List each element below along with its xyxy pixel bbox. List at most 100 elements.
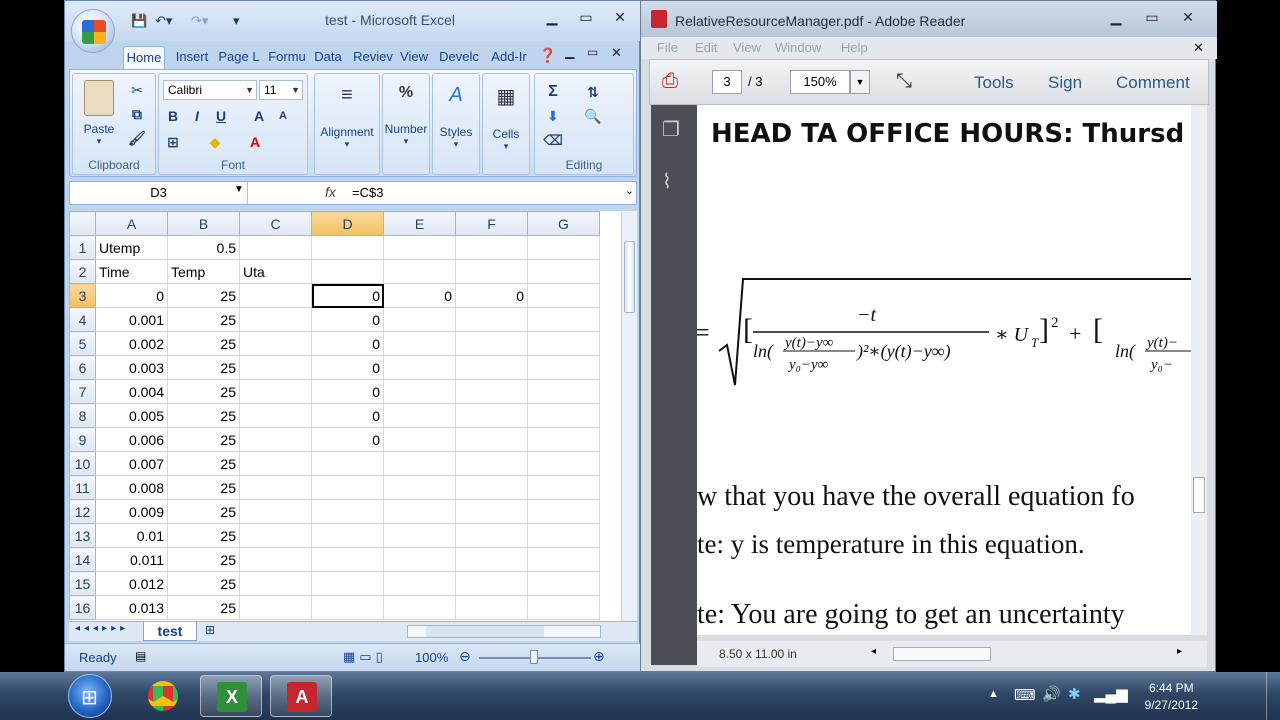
tab-data[interactable]: Data: [311, 46, 345, 69]
tab-developer[interactable]: Develc: [437, 46, 481, 69]
sign-button[interactable]: Sign: [1048, 73, 1082, 93]
row-header[interactable]: 11: [69, 475, 96, 500]
cell-e[interactable]: [383, 307, 456, 332]
horizontal-scroll-thumb[interactable]: [893, 647, 991, 661]
scroll-right-icon[interactable]: ▸: [1177, 646, 1182, 657]
cell-a[interactable]: 0.005: [95, 403, 168, 428]
cell-f[interactable]: [455, 499, 528, 524]
fit-page-icon[interactable]: ⤡: [896, 70, 912, 93]
cell-g[interactable]: [527, 403, 600, 428]
cell-g[interactable]: [527, 259, 600, 284]
cell-a[interactable]: 0.001: [95, 307, 168, 332]
tab-view[interactable]: View: [397, 46, 431, 69]
customize-quick-access-icon[interactable]: ▾: [233, 13, 240, 29]
row-header[interactable]: 8: [69, 403, 96, 428]
cell-f[interactable]: [455, 259, 528, 284]
cell-d[interactable]: [311, 523, 384, 548]
cell-e[interactable]: [383, 475, 456, 500]
cell-c[interactable]: [239, 547, 312, 572]
scroll-thumb[interactable]: [426, 626, 544, 637]
close-button[interactable]: ✕: [1171, 7, 1205, 27]
cell-f[interactable]: [455, 451, 528, 476]
zoom-out-icon[interactable]: ⊖: [459, 648, 471, 665]
macro-record-icon[interactable]: ▤: [135, 649, 146, 663]
cell-e[interactable]: [383, 259, 456, 284]
row-header[interactable]: 16: [69, 595, 96, 620]
cell-f[interactable]: [455, 331, 528, 356]
row-header[interactable]: 7: [69, 379, 96, 404]
row-header[interactable]: 1: [69, 235, 96, 260]
scroll-left-icon[interactable]: ◂: [871, 646, 876, 657]
zoom-in-icon[interactable]: ⊕: [593, 648, 605, 665]
horizontal-scrollbar[interactable]: [407, 625, 601, 638]
row-header[interactable]: 10: [69, 451, 96, 476]
cell-c[interactable]: [239, 403, 312, 428]
cell-e[interactable]: [383, 403, 456, 428]
cell-d[interactable]: 0: [311, 307, 384, 332]
minimize-button[interactable]: ▁: [535, 7, 569, 27]
attachment-icon[interactable]: ⌇: [662, 169, 672, 194]
cell-f[interactable]: [455, 307, 528, 332]
cell-b[interactable]: 0.5: [167, 235, 240, 260]
vertical-scrollbar[interactable]: [1191, 105, 1207, 635]
ribbon-close-icon[interactable]: ✕: [611, 45, 622, 61]
cell-a[interactable]: Utemp: [95, 235, 168, 260]
cut-icon[interactable]: ✂: [127, 80, 147, 100]
zoom-slider-thumb[interactable]: [530, 650, 538, 664]
cell-g[interactable]: [527, 595, 600, 620]
borders-icon[interactable]: ⊞: [163, 132, 183, 152]
row-header[interactable]: 12: [69, 499, 96, 524]
column-header[interactable]: E: [383, 211, 456, 236]
cell-d[interactable]: 0: [311, 331, 384, 356]
cell-d[interactable]: [311, 499, 384, 524]
cell-e[interactable]: [383, 523, 456, 548]
cell-e[interactable]: [383, 547, 456, 572]
start-button[interactable]: ⊞: [68, 674, 112, 718]
cell-a[interactable]: 0: [95, 283, 168, 308]
cell-e[interactable]: [383, 451, 456, 476]
cell-e[interactable]: [383, 331, 456, 356]
cell-e[interactable]: [383, 379, 456, 404]
network-device-icon[interactable]: ⌨: [1014, 686, 1036, 704]
cell-d[interactable]: [311, 451, 384, 476]
comment-button[interactable]: Comment: [1116, 73, 1190, 93]
insert-function-icon[interactable]: fx: [325, 184, 336, 200]
maximize-button[interactable]: ▭: [569, 7, 603, 27]
close-document-icon[interactable]: ✕: [1193, 40, 1204, 56]
bluetooth-icon[interactable]: ✱: [1068, 685, 1081, 703]
undo-icon[interactable]: ↶▾: [155, 13, 172, 29]
show-hidden-icons-icon[interactable]: ▲: [988, 688, 999, 700]
cell-b[interactable]: 25: [167, 475, 240, 500]
cell-g[interactable]: [527, 451, 600, 476]
save-icon[interactable]: 💾: [131, 13, 147, 29]
cell-c[interactable]: [239, 355, 312, 380]
select-all-corner[interactable]: [69, 211, 96, 236]
fill-icon[interactable]: ⬇: [543, 106, 563, 126]
menu-edit[interactable]: Edit: [695, 40, 717, 55]
cell-a[interactable]: 0.002: [95, 331, 168, 356]
cell-b[interactable]: 25: [167, 427, 240, 452]
cell-d[interactable]: [311, 547, 384, 572]
row-header[interactable]: 15: [69, 571, 96, 596]
cell-f[interactable]: [455, 403, 528, 428]
cell-g[interactable]: [527, 523, 600, 548]
cell-f[interactable]: [455, 235, 528, 260]
cell-c[interactable]: [239, 235, 312, 260]
cell-c[interactable]: [239, 523, 312, 548]
page-number-input[interactable]: 3: [712, 70, 742, 94]
cell-c[interactable]: [239, 427, 312, 452]
cell-e[interactable]: [383, 571, 456, 596]
cell-c[interactable]: [239, 331, 312, 356]
tab-formulas[interactable]: Formu: [265, 46, 309, 69]
worksheet-grid[interactable]: A B C D E F G 1 Utemp 0.5 2 Time Temp Uta 3 0 25 0…: [69, 211, 621, 621]
scroll-thumb[interactable]: [1193, 477, 1205, 513]
cell-a[interactable]: 0.012: [95, 571, 168, 596]
cell-b[interactable]: 25: [167, 307, 240, 332]
clock[interactable]: 6:44 PM 9/27/2012: [1145, 680, 1198, 714]
cell-g[interactable]: [527, 283, 600, 308]
cell-c[interactable]: Uta: [239, 259, 312, 284]
alignment-group[interactable]: ≡ Alignment ▾: [314, 73, 380, 175]
cell-g[interactable]: [527, 427, 600, 452]
row-header[interactable]: 4: [69, 307, 96, 332]
tools-button[interactable]: Tools: [974, 73, 1014, 93]
